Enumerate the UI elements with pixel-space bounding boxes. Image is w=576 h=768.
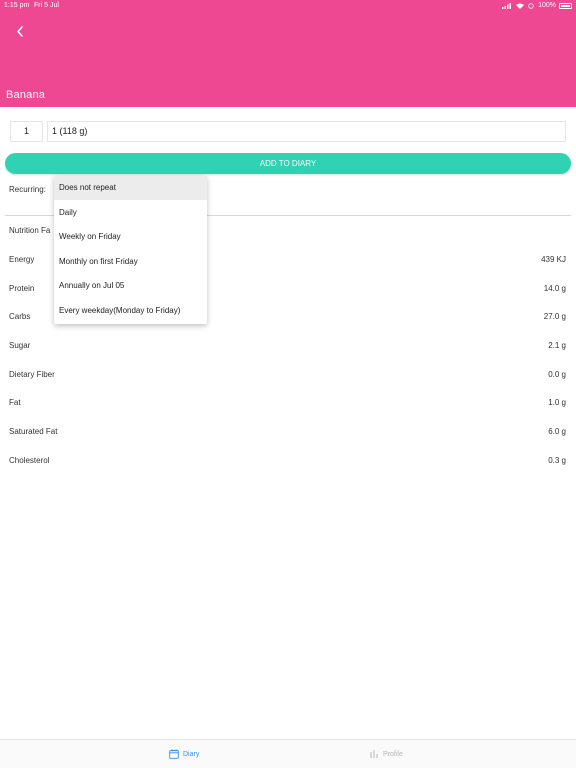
- recurring-option-does-not-repeat[interactable]: Does not repeat: [54, 176, 207, 200]
- nutrition-row-dietary-fiber: Dietary Fiber 0.0 g: [9, 370, 566, 382]
- battery-percent: 100%: [538, 2, 556, 9]
- nutrition-row-fat: Fat 1.0 g: [9, 398, 566, 410]
- nutrition-label: Dietary Fiber: [9, 370, 55, 379]
- nutrition-value: 0.0 g: [548, 370, 566, 379]
- status-indicators: 100%: [502, 2, 556, 9]
- add-to-diary-button[interactable]: ADD TO DIARY: [5, 153, 571, 174]
- nutrition-label: Sugar: [9, 341, 31, 350]
- recurring-option-every-weekday[interactable]: Every weekday(Monday to Friday): [54, 299, 207, 323]
- battery-icon: [559, 3, 572, 9]
- header-bar: 1:15 pm Fri 5 Jul 100% Banana: [0, 0, 576, 107]
- nutrition-label: Fat: [9, 398, 21, 407]
- tab-diary[interactable]: Diary: [169, 749, 199, 759]
- bottom-tab-bar: Diary Profile: [0, 739, 576, 768]
- status-time: 1:15 pm: [4, 2, 30, 9]
- tab-diary-label: Diary: [183, 750, 200, 758]
- nutrition-label: Cholesterol: [9, 456, 50, 465]
- page-title: Banana: [6, 89, 46, 101]
- nutrition-value: 0.3 g: [548, 456, 566, 465]
- nutrition-value: 14.0 g: [543, 284, 566, 293]
- tab-profile[interactable]: Profile: [369, 749, 403, 759]
- nutrition-row-cholesterol: Cholesterol 0.3 g: [9, 456, 566, 468]
- calendar-icon: [169, 749, 179, 759]
- chevron-left-icon: [17, 26, 23, 37]
- serving-size-select[interactable]: 1 (118 g): [47, 121, 566, 142]
- wifi-icon: [516, 3, 525, 9]
- nutrition-label: Energy: [9, 255, 35, 264]
- back-button[interactable]: [12, 22, 30, 40]
- recurring-option-daily[interactable]: Daily: [54, 201, 207, 225]
- nutrition-label: Protein: [9, 284, 35, 293]
- nutrition-value: 1.0 g: [548, 398, 566, 407]
- quantity-input[interactable]: 1: [10, 121, 43, 142]
- status-bar: 1:15 pm Fri 5 Jul 100%: [0, 0, 576, 12]
- nutrition-value: 439 KJ: [541, 255, 566, 264]
- nutrition-row-saturated-fat: Saturated Fat 6.0 g: [9, 427, 566, 439]
- recurring-dropdown-menu: Does not repeat Daily Weekly on Friday M…: [54, 176, 207, 324]
- nutrition-value: 27.0 g: [543, 312, 566, 321]
- nutrition-label: Saturated Fat: [9, 427, 58, 436]
- recurring-option-monthly[interactable]: Monthly on first Friday: [54, 250, 207, 274]
- nutrition-facts-title: Nutrition Fa: [9, 226, 51, 235]
- recurring-option-annually[interactable]: Annually on Jul 05: [54, 274, 207, 298]
- nutrition-value: 2.1 g: [548, 341, 566, 350]
- status-date: Fri 5 Jul: [34, 2, 59, 9]
- tab-profile-label: Profile: [383, 750, 403, 758]
- recurring-label: Recurring:: [9, 185, 46, 194]
- nutrition-row-sugar: Sugar 2.1 g: [9, 341, 566, 353]
- bar-chart-icon: [370, 750, 378, 758]
- nutrition-value: 6.0 g: [548, 427, 566, 436]
- signal-icon: [502, 2, 512, 9]
- recurring-option-weekly[interactable]: Weekly on Friday: [54, 225, 207, 249]
- nutrition-label: Carbs: [9, 312, 31, 321]
- alarm-icon: [528, 2, 534, 9]
